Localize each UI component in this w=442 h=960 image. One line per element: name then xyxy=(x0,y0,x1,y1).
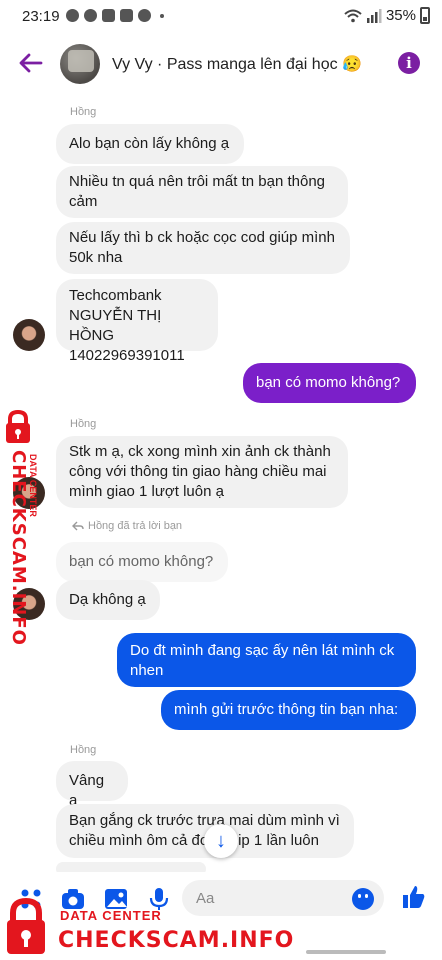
lock-icon xyxy=(7,898,45,954)
message-text: mình giao 1 lượt luôn ạ xyxy=(69,483,224,500)
quoted-text: bạn có momo không? xyxy=(69,553,214,570)
outgoing-message[interactable]: bạn có momo không? xyxy=(243,363,416,403)
info-icon[interactable]: i xyxy=(398,52,420,74)
youtube-notif-icon xyxy=(102,9,115,22)
quoted-message[interactable]: bạn có momo không? xyxy=(56,542,228,582)
incoming-message[interactable]: Stk m ạ, ck xong mình xin ảnh ck thành c… xyxy=(56,436,348,508)
message-text: Dạ không ạ xyxy=(69,591,146,608)
outgoing-message[interactable]: Do đt mình đang sạc ấy nên lát mình ck n… xyxy=(117,633,416,687)
incoming-message[interactable]: Dạ không ạ xyxy=(56,580,160,620)
lock-icon xyxy=(6,410,30,443)
watermark-side: CHECKSCAM.INFO DATA CENTER xyxy=(2,410,48,646)
watermark-bottom-big: CHECKSCAM.INFO xyxy=(58,928,295,953)
message-text: mình gửi trước thông tin bạn nha: xyxy=(174,701,399,718)
sender-name: Hồng xyxy=(70,418,97,430)
incoming-message[interactable]: Nếu lấy thì b ck hoặc cọc cod giúp mình … xyxy=(56,222,350,274)
incoming-message[interactable]: Nhiều tn quá nên trôi mất tn bạn thông c… xyxy=(56,166,348,218)
sender-name: Hồng xyxy=(70,744,97,756)
message-text: Nhiều tn quá nên trôi mất tn bạn thông xyxy=(69,173,326,190)
battery-icon xyxy=(420,7,430,24)
message-text: Stk m ạ, ck xong mình xin ảnh ck thành xyxy=(69,443,331,460)
chat-header: Vy Vy · Pass manga lên đại học 😥 i xyxy=(0,38,442,94)
reply-note: Hồng đã trả lời bạn xyxy=(72,520,182,532)
message-text: Nếu lấy thì b ck hoặc cọc cod giúp mình xyxy=(69,229,335,246)
back-arrow-icon[interactable] xyxy=(16,48,46,78)
status-time: 23:19 xyxy=(22,8,60,25)
watermark-bottom: DATA CENTER CHECKSCAM.INFO xyxy=(4,898,293,958)
incoming-message[interactable]: Alo bạn còn lấy không ạ xyxy=(56,124,244,164)
chat-title[interactable]: Vy Vy · Pass manga lên đại học 😥 xyxy=(112,54,362,74)
app-notif-icon-2 xyxy=(120,9,133,22)
outgoing-message[interactable]: mình gửi trước thông tin bạn nha: xyxy=(161,690,416,730)
message-text: 50k nha xyxy=(69,249,123,266)
message-text: cảm xyxy=(69,193,98,210)
watermark-side-big: CHECKSCAM.INFO xyxy=(8,450,29,646)
contact-avatar[interactable] xyxy=(60,44,100,84)
app-notif-icon xyxy=(84,9,97,22)
scroll-down-icon[interactable]: ↓ xyxy=(204,824,238,858)
like-icon[interactable] xyxy=(400,884,426,910)
message-text: Do đt mình đang sạc ấy nên lát mình ck xyxy=(130,642,395,659)
more-notif-dot xyxy=(160,13,164,18)
incoming-message[interactable]: Vâng ạ xyxy=(56,761,128,809)
message-text: Techcombank xyxy=(69,287,162,304)
emoji-icon[interactable] xyxy=(352,888,374,910)
battery-percent: 35% xyxy=(385,7,416,24)
reply-note-text: Hồng đã trả lời bạn xyxy=(88,520,183,532)
watermark-bottom-small: DATA CENTER xyxy=(60,908,162,923)
sender-avatar[interactable] xyxy=(13,319,45,351)
messenger-notif-icon xyxy=(66,9,79,22)
message-text: Bạn gắng ck trước trưa mai dùm mình vì xyxy=(69,812,340,829)
message-text: 14022969391011 xyxy=(69,347,185,364)
status-right: 35% xyxy=(344,7,430,24)
signal-icon xyxy=(366,8,382,23)
message-text: bạn có momo không? xyxy=(256,374,401,391)
status-bar: 23:19 35% xyxy=(0,0,442,34)
sender-name: Hồng xyxy=(70,106,97,118)
wifi-icon xyxy=(344,9,362,22)
message-text: công với thông tin giao hàng chiều mai xyxy=(69,463,327,480)
facebook-notif-icon xyxy=(138,9,151,22)
message-text: Alo bạn còn lấy không ạ xyxy=(69,135,230,152)
incoming-message[interactable]: Techcombank NGUYỄN THỊ HỒNG 140229693910… xyxy=(56,279,218,364)
message-text: nhen xyxy=(130,662,164,679)
reply-icon xyxy=(72,521,84,531)
watermark-side-small: DATA CENTER xyxy=(28,454,38,517)
incoming-message[interactable]: Bạn gắng ck trước trưa mai dùm mình vì c… xyxy=(56,804,354,858)
notification-icons xyxy=(66,9,164,22)
home-indicator xyxy=(306,950,386,954)
message-text: NGUYỄN THỊ HỒNG xyxy=(69,307,162,344)
